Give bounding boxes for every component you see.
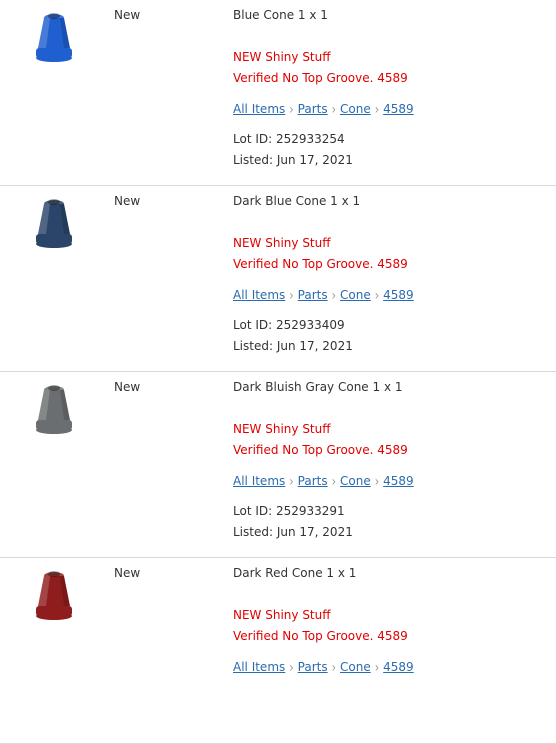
seller-note-headline: NEW Shiny Stuff	[233, 50, 331, 64]
listing-list: New Blue Cone 1 x 1 NEW Shiny Stuff Verifie…	[0, 0, 556, 744]
breadcrumb-link[interactable]: Parts	[298, 660, 328, 675]
seller-note-detail: Verified No Top Groove. 4589	[233, 629, 408, 643]
chevron-right-icon: ›	[331, 659, 337, 676]
breadcrumb-link[interactable]: Parts	[298, 288, 328, 303]
breadcrumb-link[interactable]: 4589	[383, 660, 414, 675]
breadcrumb-link[interactable]: Cone	[340, 102, 371, 117]
cone-thumbnail[interactable]	[30, 6, 78, 66]
breadcrumb-link[interactable]: Parts	[298, 102, 328, 117]
seller-note-detail: Verified No Top Groove. 4589	[233, 257, 408, 271]
listing-row: New Dark Blue Cone 1 x 1 NEW Shiny Stuff Ve…	[0, 186, 556, 372]
listing-details: Dark Blue Cone 1 x 1 NEW Shiny Stuff Verif…	[233, 194, 553, 354]
breadcrumb-link[interactable]: Cone	[340, 288, 371, 303]
cone-thumbnail[interactable]	[30, 564, 78, 624]
lot-id: Lot ID: 252933254	[233, 132, 345, 146]
condition-label: New	[114, 194, 141, 208]
chevron-right-icon: ›	[374, 287, 380, 304]
chevron-right-icon: ›	[374, 473, 380, 490]
breadcrumb-link[interactable]: Parts	[298, 474, 328, 489]
condition-label: New	[114, 566, 141, 580]
condition-label: New	[114, 380, 141, 394]
listing-details: Blue Cone 1 x 1 NEW Shiny Stuff Verified N…	[233, 8, 553, 168]
breadcrumb: All Items › Parts › Cone › 4589	[233, 287, 553, 304]
listing-details: Dark Red Cone 1 x 1 NEW Shiny Stuff Verifi…	[233, 566, 553, 676]
chevron-right-icon: ›	[289, 473, 294, 490]
seller-note-detail: Verified No Top Groove. 4589	[233, 443, 408, 457]
listing-row: New Dark Red Cone 1 x 1 NEW Shiny Stuff Ver…	[0, 558, 556, 744]
item-title: Dark Red Cone 1 x 1	[233, 566, 357, 580]
seller-note-headline: NEW Shiny Stuff	[233, 236, 331, 250]
chevron-right-icon: ›	[331, 287, 337, 304]
chevron-right-icon: ›	[374, 659, 380, 676]
item-title: Dark Bluish Gray Cone 1 x 1	[233, 380, 403, 394]
listing-row: New Dark Bluish Gray Cone 1 x 1 NEW Shiny …	[0, 372, 556, 558]
chevron-right-icon: ›	[331, 473, 337, 490]
listed-date: Listed: Jun 17, 2021	[233, 339, 353, 353]
breadcrumb-link[interactable]: 4589	[383, 288, 414, 303]
breadcrumb-link[interactable]: Cone	[340, 474, 371, 489]
breadcrumb-link[interactable]: 4589	[383, 102, 414, 117]
listed-date: Listed: Jun 17, 2021	[233, 153, 353, 167]
listing-row: New Blue Cone 1 x 1 NEW Shiny Stuff Verifie…	[0, 0, 556, 186]
cone-thumbnail[interactable]	[30, 378, 78, 438]
listed-date: Listed: Jun 17, 2021	[233, 525, 353, 539]
breadcrumb-link[interactable]: All Items	[233, 474, 285, 489]
item-title: Dark Blue Cone 1 x 1	[233, 194, 361, 208]
chevron-right-icon: ›	[331, 101, 337, 118]
lot-id: Lot ID: 252933291	[233, 504, 345, 518]
breadcrumb-link[interactable]: Cone	[340, 660, 371, 675]
chevron-right-icon: ›	[289, 101, 294, 118]
item-title: Blue Cone 1 x 1	[233, 8, 328, 22]
listing-details: Dark Bluish Gray Cone 1 x 1 NEW Shiny Stu…	[233, 380, 553, 540]
breadcrumb: All Items › Parts › Cone › 4589	[233, 473, 553, 490]
chevron-right-icon: ›	[374, 101, 380, 118]
breadcrumb-link[interactable]: All Items	[233, 660, 285, 675]
chevron-right-icon: ›	[289, 287, 294, 304]
seller-note-headline: NEW Shiny Stuff	[233, 422, 331, 436]
seller-note-detail: Verified No Top Groove. 4589	[233, 71, 408, 85]
condition-label: New	[114, 8, 141, 22]
breadcrumb: All Items › Parts › Cone › 4589	[233, 659, 553, 676]
breadcrumb: All Items › Parts › Cone › 4589	[233, 101, 553, 118]
breadcrumb-link[interactable]: All Items	[233, 102, 285, 117]
seller-note-headline: NEW Shiny Stuff	[233, 608, 331, 622]
cone-thumbnail[interactable]	[30, 192, 78, 252]
lot-id: Lot ID: 252933409	[233, 318, 345, 332]
chevron-right-icon: ›	[289, 659, 294, 676]
breadcrumb-link[interactable]: All Items	[233, 288, 285, 303]
breadcrumb-link[interactable]: 4589	[383, 474, 414, 489]
